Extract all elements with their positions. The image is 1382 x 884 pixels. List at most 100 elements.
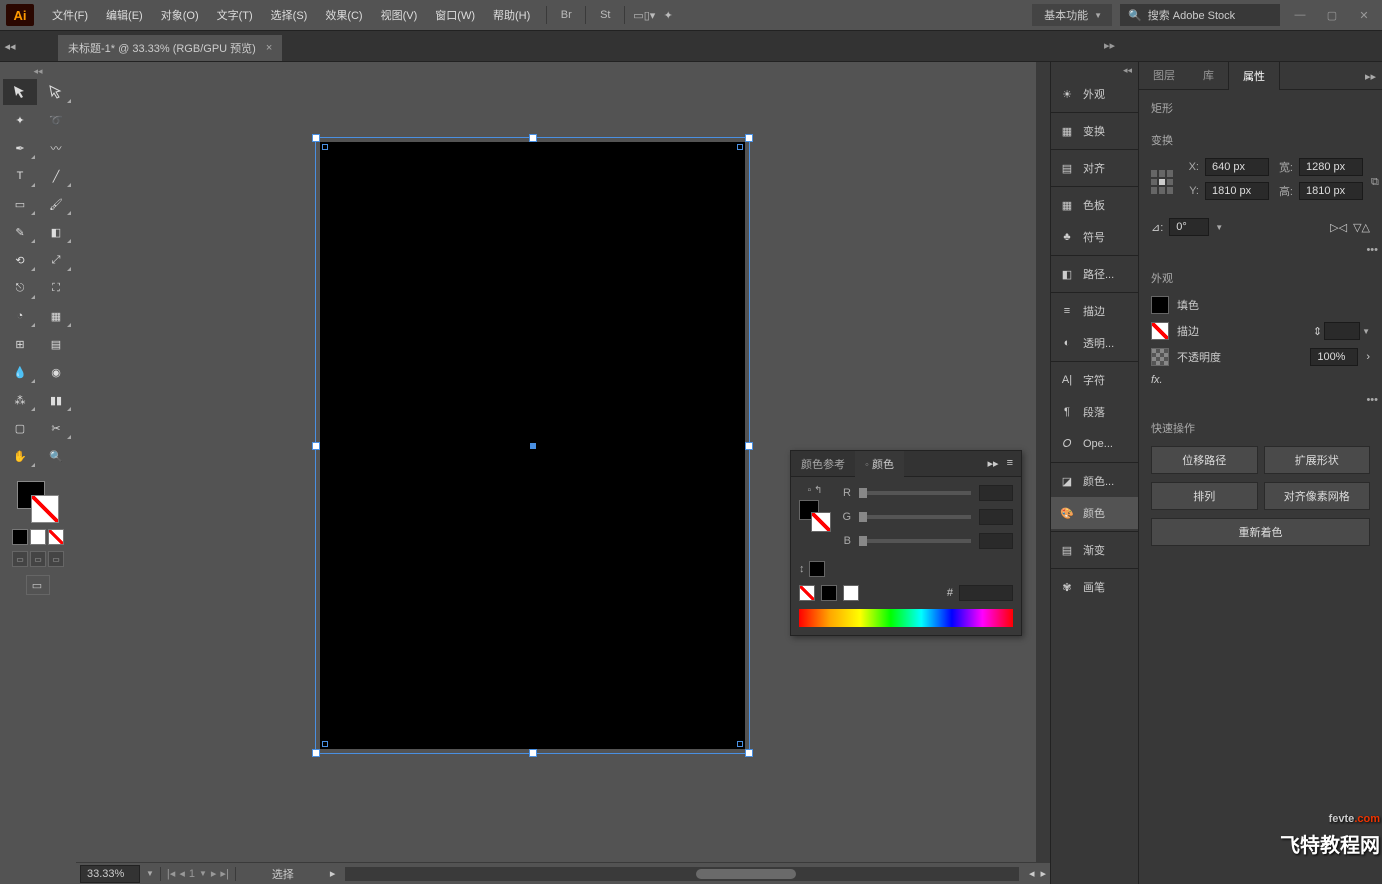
dock-brushes[interactable]: ✾画笔 [1051, 571, 1138, 603]
y-input[interactable] [1205, 182, 1269, 200]
line-tool[interactable]: ╱ [39, 163, 73, 189]
dock-transform[interactable]: ▦变换 [1051, 115, 1138, 147]
dock-symbols[interactable]: ♣符号 [1051, 221, 1138, 253]
slice-tool[interactable]: ✂ [39, 415, 73, 441]
magic-wand-tool[interactable]: ✦ [3, 107, 37, 133]
handle-bot-right[interactable] [745, 749, 753, 757]
value-b[interactable] [979, 533, 1013, 549]
expand-toolbar-icon[interactable]: ◂◂ [0, 31, 20, 61]
gradient-tool[interactable]: ▤ [39, 331, 73, 357]
offset-path-button[interactable]: 位移路径 [1151, 446, 1258, 474]
menu-object[interactable]: 对象(O) [153, 3, 207, 27]
arrange-button[interactable]: 排列 [1151, 482, 1258, 510]
gpu-icon[interactable]: ✦ [657, 4, 679, 26]
vertical-scrollbar[interactable] [1036, 62, 1050, 862]
stock-icon[interactable]: St [594, 4, 616, 26]
menu-type[interactable]: 文字(T) [209, 3, 261, 27]
artboard-number[interactable]: 1 [189, 868, 195, 880]
link-wh-icon[interactable]: ⧉ [1371, 164, 1379, 200]
toolbar-collapse-icon[interactable]: ◂◂ [33, 66, 42, 77]
dock-color-guide[interactable]: ◪颜色... [1051, 465, 1138, 497]
expand-shape-button[interactable]: 扩展形状 [1264, 446, 1371, 474]
h-input[interactable] [1299, 182, 1363, 200]
blend-tool[interactable]: ◉ [39, 359, 73, 385]
stroke-color-swatch[interactable] [1151, 322, 1169, 340]
hand-tool[interactable]: ✋ [3, 443, 37, 469]
tab-libraries[interactable]: 库 [1189, 61, 1228, 89]
zoom-input[interactable] [80, 865, 140, 883]
dock-expand-icon[interactable]: ◂◂ [1051, 62, 1138, 78]
selection-tool[interactable] [3, 79, 37, 105]
eraser-tool[interactable]: ◧ [39, 219, 73, 245]
close-button[interactable]: ✕ [1352, 5, 1376, 25]
close-tab-icon[interactable]: × [266, 42, 272, 54]
handle-top-mid[interactable] [529, 134, 537, 142]
direct-selection-tool[interactable] [39, 79, 73, 105]
dock-gradient[interactable]: ▤渐变 [1051, 534, 1138, 566]
angle-dropdown-icon[interactable]: ▼ [1215, 223, 1223, 232]
curvature-tool[interactable]: 〰 [39, 135, 73, 161]
pen-tool[interactable]: ✒ [3, 135, 37, 161]
x-input[interactable] [1205, 158, 1269, 176]
dock-align[interactable]: ▤对齐 [1051, 152, 1138, 184]
panel-menu-icon[interactable]: ≡ [1007, 457, 1013, 470]
shaper-tool[interactable]: ✎ [3, 219, 37, 245]
value-r[interactable] [979, 485, 1013, 501]
scroll-left-icon[interactable]: ◂ [1029, 867, 1035, 880]
zoom-tool[interactable]: 🔍 [39, 443, 73, 469]
zoom-dropdown-icon[interactable]: ▼ [146, 869, 154, 878]
free-transform-tool[interactable]: ⛶ [39, 275, 73, 301]
slider-b[interactable] [859, 539, 971, 543]
handle-bot-left[interactable] [312, 749, 320, 757]
draw-inside[interactable]: ▭ [48, 551, 64, 567]
hex-input[interactable] [959, 585, 1013, 601]
document-tab[interactable]: 未标题-1* @ 33.33% (RGB/GPU 预览) × [58, 35, 282, 61]
draw-behind[interactable]: ▭ [30, 551, 46, 567]
handle-bot-mid[interactable] [529, 749, 537, 757]
more-options-icon[interactable]: ••• [1139, 240, 1382, 260]
dock-pathfinder[interactable]: ◧路径... [1051, 258, 1138, 290]
prev-artboard-icon[interactable]: ◂ [179, 867, 185, 880]
bridge-icon[interactable]: Br [555, 4, 577, 26]
scroll-right-icon[interactable]: ▸ [1040, 867, 1046, 880]
canvas[interactable]: 颜色参考 ◦ 颜色 ▸▸ ≡ ▫ ↰ R G B ↕ [76, 62, 1050, 884]
handle-right-mid[interactable] [745, 442, 753, 450]
dock-color[interactable]: 🎨颜色 [1051, 497, 1138, 529]
handle-left-mid[interactable] [312, 442, 320, 450]
stroke-weight-input[interactable] [1324, 322, 1360, 340]
more-options-icon[interactable]: ••• [1139, 390, 1382, 410]
dock-opentype[interactable]: 𝑂Ope... [1051, 428, 1138, 460]
last-artboard-icon[interactable]: ▸| [220, 867, 228, 880]
angle-input[interactable] [1169, 218, 1209, 236]
color-spectrum[interactable] [799, 609, 1013, 627]
width-tool[interactable]: ⎋ [3, 275, 37, 301]
pixel-align-button[interactable]: 对齐像素网格 [1264, 482, 1371, 510]
rectangle-tool[interactable]: ▭ [3, 191, 37, 217]
flip-h-icon[interactable]: ▷◁ [1330, 221, 1347, 234]
gradient-swatch[interactable] [30, 529, 46, 545]
scale-tool[interactable]: ⤢ [39, 247, 73, 273]
collapse-panels-icon[interactable]: ▸▸ [1104, 39, 1118, 53]
menu-view[interactable]: 视图(V) [373, 3, 426, 27]
recolor-button[interactable]: 重新着色 [1151, 518, 1370, 546]
fill-color-swatch[interactable] [1151, 296, 1169, 314]
column-graph-tool[interactable]: ▮▮ [39, 387, 73, 413]
screen-mode[interactable]: ▭ [26, 575, 50, 595]
mesh-tool[interactable]: ⊞ [3, 331, 37, 357]
horizontal-scrollbar[interactable] [345, 867, 1019, 881]
next-artboard-icon[interactable]: ▸ [211, 867, 217, 880]
opacity-popup-icon[interactable]: › [1366, 351, 1370, 363]
fx-button[interactable]: fx. [1151, 374, 1163, 386]
rotate-tool[interactable]: ⟲ [3, 247, 37, 273]
color-proxy[interactable] [799, 500, 831, 532]
panel-collapse-icon[interactable]: ▸▸ [1359, 64, 1382, 89]
workspace-dropdown[interactable]: 基本功能▼ [1032, 4, 1112, 26]
first-artboard-icon[interactable]: |◂ [167, 867, 175, 880]
artboard-tool[interactable]: ▢ [3, 415, 37, 441]
stroke-stepper[interactable]: ⇕ [1313, 325, 1322, 338]
tab-color-guide[interactable]: 颜色参考 [791, 451, 855, 477]
type-tool[interactable]: T [3, 163, 37, 189]
stroke-dropdown-icon[interactable]: ▼ [1362, 327, 1370, 336]
maximize-button[interactable]: ▢ [1320, 5, 1344, 25]
opacity-swatch[interactable] [1151, 348, 1169, 366]
